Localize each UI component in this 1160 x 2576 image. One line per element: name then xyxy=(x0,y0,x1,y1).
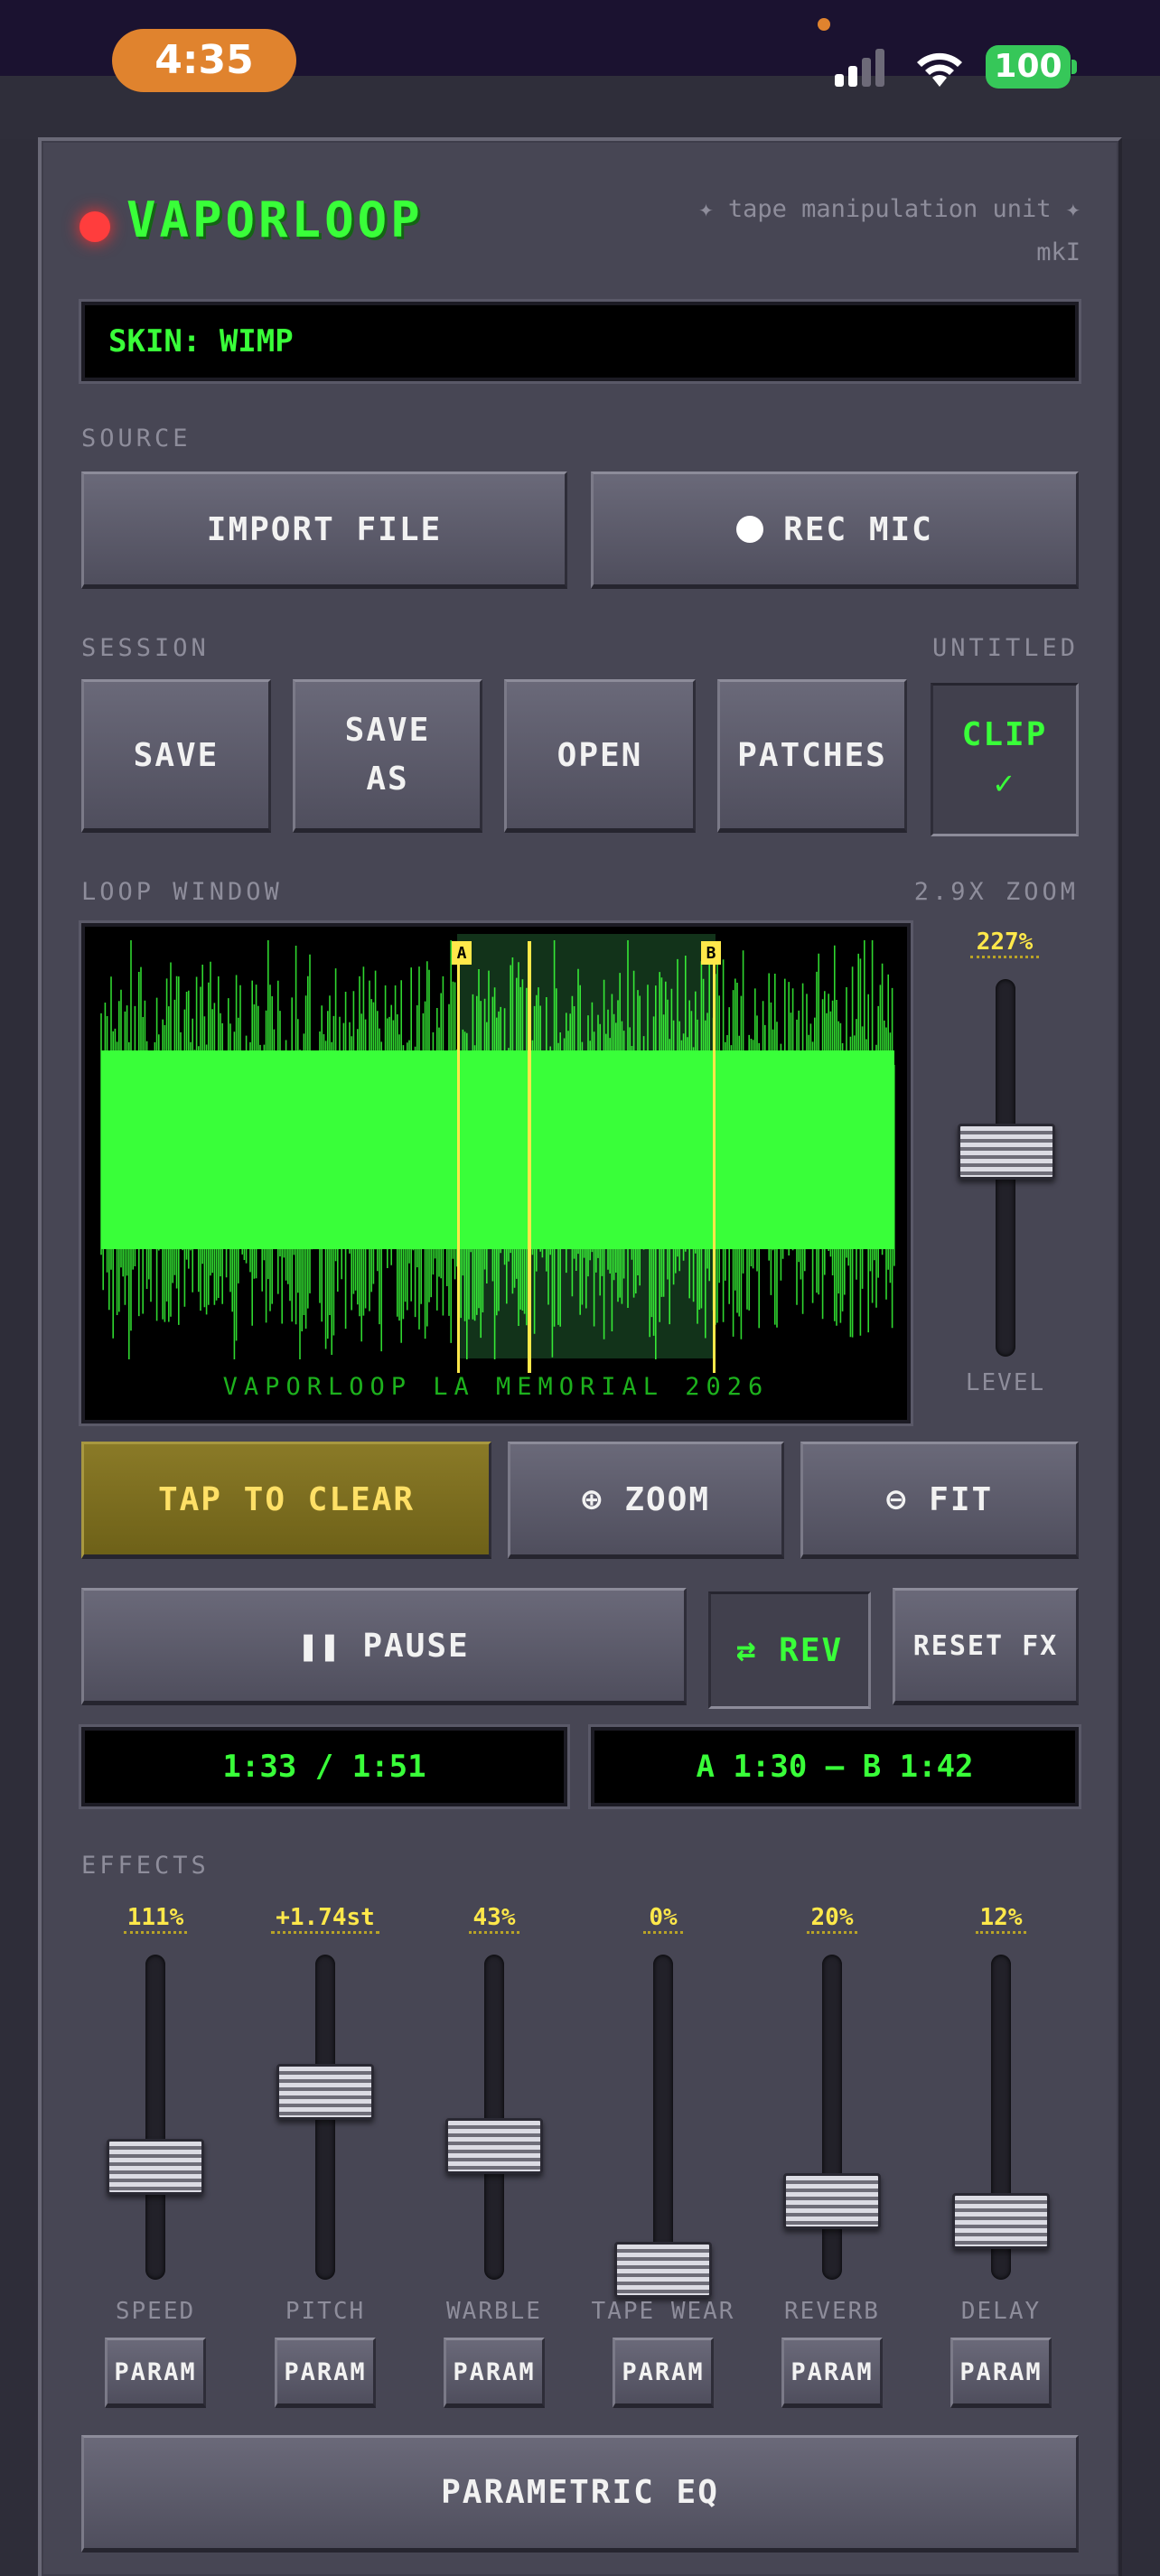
effect-name: WARBLE xyxy=(446,2298,542,2325)
cellular-signal-icon xyxy=(835,49,889,87)
effect-param-button[interactable]: PARAM xyxy=(444,2338,545,2408)
effect-fader-track[interactable] xyxy=(822,1955,842,2280)
loop-marker-b[interactable] xyxy=(713,941,716,1373)
effect-fader-handle[interactable] xyxy=(783,2172,881,2229)
effect-fader-track[interactable] xyxy=(653,1955,673,2280)
level-value: 227% xyxy=(970,929,1039,958)
effect-fader-handle[interactable] xyxy=(445,2118,543,2175)
patches-label: PATCHES xyxy=(737,736,887,774)
effect-param-button[interactable]: PARAM xyxy=(781,2338,883,2408)
effect-param-label: PARAM xyxy=(114,2357,197,2386)
save-button[interactable]: SAVE xyxy=(81,679,271,833)
time-display: 1:33 / 1:51 xyxy=(81,1727,567,1806)
tap-to-clear-button[interactable]: TAP TO CLEAR xyxy=(81,1442,491,1559)
effect-param-label: PARAM xyxy=(622,2357,705,2386)
source-label: SOURCE xyxy=(81,425,192,453)
rec-mic-label: REC MIC xyxy=(783,510,933,548)
effect-value: 0% xyxy=(643,1904,683,1934)
reset-fx-button[interactable]: RESET FX xyxy=(893,1588,1079,1705)
battery-nub xyxy=(1071,60,1077,74)
effect-param-label: PARAM xyxy=(284,2357,367,2386)
effect-fader-handle[interactable] xyxy=(276,2063,374,2120)
zoom-in-button[interactable]: ⊕ ZOOM xyxy=(508,1442,784,1559)
skin-display-text: SKIN: WIMP xyxy=(108,323,294,359)
session-name: UNTITLED xyxy=(931,634,1079,662)
clip-toggle[interactable]: CLIP ✓ xyxy=(931,683,1079,836)
open-button[interactable]: OPEN xyxy=(504,679,696,833)
track-title: VAPORLOOP LA MEMORIAL 2026 xyxy=(222,1373,770,1401)
effect-fader-handle[interactable] xyxy=(952,2192,1050,2249)
fit-label: ⊖ FIT xyxy=(885,1480,994,1518)
level-fader-handle[interactable] xyxy=(958,1124,1055,1181)
pause-button[interactable]: ❚❚ PAUSE xyxy=(81,1588,687,1705)
record-dot-icon xyxy=(736,516,764,543)
save-as-label: SAVE AS xyxy=(344,712,431,798)
zoom-readout: 2.9X ZOOM xyxy=(913,878,1079,906)
effect-name: SPEED xyxy=(115,2298,196,2325)
effect-value: 43% xyxy=(469,1904,519,1934)
fit-button[interactable]: ⊖ FIT xyxy=(800,1442,1079,1559)
patches-button[interactable]: PATCHES xyxy=(717,679,907,833)
battery-indicator: 100 xyxy=(986,45,1071,89)
loop-range-text: A 1:30 – B 1:42 xyxy=(696,1749,974,1785)
effect-param-button[interactable]: PARAM xyxy=(950,2338,1052,2408)
effect-value: 111% xyxy=(124,1904,187,1934)
pause-label: ❚❚ PAUSE xyxy=(298,1627,470,1665)
skin-display[interactable]: SKIN: WIMP xyxy=(81,302,1079,381)
session-label: SESSION xyxy=(81,634,210,662)
import-file-button[interactable]: IMPORT FILE xyxy=(81,471,567,589)
privacy-indicator xyxy=(818,18,830,31)
tagline: ✦ tape manipulation unit ✦ mkI xyxy=(698,195,1080,266)
reverse-toggle[interactable]: ⇄ REV xyxy=(708,1591,871,1709)
effect-param-button[interactable]: PARAM xyxy=(613,2338,714,2408)
status-time: 4:35 xyxy=(112,29,296,92)
effect-name: DELAY xyxy=(960,2298,1042,2325)
effect-value: 20% xyxy=(807,1904,857,1934)
effect-fader-track[interactable] xyxy=(484,1955,504,2280)
effect-name: REVERB xyxy=(784,2298,880,2325)
save-as-button[interactable]: SAVE AS xyxy=(293,679,482,833)
reverse-label: ⇄ REV xyxy=(735,1631,844,1669)
playhead xyxy=(528,941,531,1373)
reset-fx-label: RESET FX xyxy=(912,1629,1059,1662)
waveform-svg[interactable]: A B xyxy=(85,927,907,1420)
parametric-eq-label: PARAMETRIC EQ xyxy=(441,2474,719,2511)
effects-label: EFFECTS xyxy=(81,1852,210,1880)
effect-param-label: PARAM xyxy=(959,2357,1043,2386)
marker-a-label: A xyxy=(457,944,467,963)
effect-fader-track[interactable] xyxy=(145,1955,165,2280)
zoom-in-label: ⊕ ZOOM xyxy=(581,1480,711,1518)
parametric-eq-button[interactable]: PARAMETRIC EQ xyxy=(81,2435,1079,2553)
effect-param-label: PARAM xyxy=(453,2357,536,2386)
save-label: SAVE xyxy=(133,736,220,774)
loop-window-label: LOOP WINDOW xyxy=(81,878,283,906)
effect-value: 12% xyxy=(976,1904,1026,1934)
waveform-display[interactable]: A B VAPORLOOP LA MEMORIAL 2026 xyxy=(81,923,911,1423)
clip-label: CLIP xyxy=(961,716,1048,753)
effect-param-button[interactable]: PARAM xyxy=(275,2338,376,2408)
import-file-label: IMPORT FILE xyxy=(206,510,443,548)
effect-fader-handle[interactable] xyxy=(614,2242,712,2298)
level-label: LEVEL xyxy=(965,1369,1046,1396)
effect-name: TAPE WEAR xyxy=(591,2298,735,2325)
effect-fader-handle[interactable] xyxy=(107,2138,204,2195)
time-display-text: 1:33 / 1:51 xyxy=(222,1749,426,1785)
tap-to-clear-label: TAP TO CLEAR xyxy=(157,1480,416,1518)
rec-mic-button[interactable]: REC MIC xyxy=(591,471,1079,589)
loop-range-display: A 1:30 – B 1:42 xyxy=(591,1727,1079,1806)
effect-value: +1.74st xyxy=(271,1904,379,1934)
marker-b-label: B xyxy=(706,944,716,963)
effect-param-label: PARAM xyxy=(790,2357,874,2386)
effect-name: PITCH xyxy=(285,2298,366,2325)
effect-param-button[interactable]: PARAM xyxy=(105,2338,206,2408)
open-label: OPEN xyxy=(557,736,643,774)
power-led xyxy=(80,211,110,242)
check-icon: ✓ xyxy=(994,765,1015,802)
app-logo: VAPORLOOP xyxy=(126,191,424,248)
loop-marker-a[interactable] xyxy=(457,941,460,1373)
wifi-icon xyxy=(917,52,962,87)
